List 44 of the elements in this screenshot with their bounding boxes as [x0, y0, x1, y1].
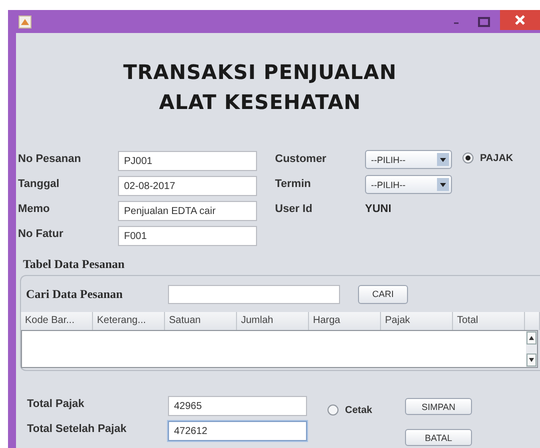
field-label: No Fatur	[18, 228, 64, 240]
search-label: Cari Data Pesanan	[26, 286, 124, 302]
search-button[interactable]: CARI	[358, 284, 408, 304]
field-label: Customer	[275, 153, 328, 165]
input-field[interactable]: 02-08-2017	[118, 176, 257, 196]
field-label: Total Pajak	[27, 398, 86, 412]
input-field[interactable]: Penjualan EDTA cair	[118, 201, 257, 221]
user-id-value: YUNI	[365, 203, 392, 215]
field-label: Total Setelah Pajak	[27, 423, 128, 437]
input-field[interactable]: F001	[118, 226, 257, 246]
column-header[interactable]: Pajak	[381, 312, 453, 330]
scrollbar[interactable]	[526, 331, 537, 367]
caret-icon[interactable]	[437, 153, 449, 166]
heading-text: ALAT KESEHATAN	[159, 89, 361, 116]
column-header-filler	[525, 312, 540, 330]
column-header[interactable]: Total	[453, 312, 525, 330]
field-label: Memo	[18, 203, 51, 215]
input-field[interactable]: PJ001	[118, 151, 257, 171]
radio-icon[interactable]	[462, 152, 474, 164]
heading-text: TRANSAKSI PENJUALAN	[123, 59, 397, 86]
column-header[interactable]: Jumlah	[237, 312, 309, 330]
input-field[interactable]: 472612	[168, 421, 307, 441]
radio-button[interactable]: PAJAK	[462, 152, 540, 164]
field-label: Tanggal	[18, 178, 60, 190]
radio-icon[interactable]	[327, 404, 339, 416]
dropdown[interactable]: --PILIH--	[365, 175, 452, 194]
input-field[interactable]: 42965	[168, 396, 307, 416]
section-title: Tabel Data Pesanan	[23, 257, 125, 272]
column-header[interactable]: Keterang...	[93, 312, 165, 330]
app-icon	[18, 14, 32, 28]
caret-icon[interactable]	[437, 178, 449, 191]
field-label: Termin	[275, 178, 312, 190]
field-label: No Pesanan	[18, 153, 82, 165]
maximize-icon[interactable]	[478, 16, 490, 26]
field-label: User Id	[275, 203, 314, 215]
column-header[interactable]: Harga	[309, 312, 381, 330]
column-header[interactable]: Satuan	[165, 312, 237, 330]
column-header[interactable]: Kode Bar...	[21, 312, 93, 330]
save-button[interactable]: SIMPAN	[405, 398, 472, 415]
cancel-button[interactable]: BATAL	[405, 429, 472, 446]
dropdown[interactable]: --PILIH--	[365, 150, 452, 169]
radio-button[interactable]: Cetak	[327, 399, 405, 421]
search-field[interactable]	[168, 284, 340, 304]
close-icon[interactable]	[500, 10, 540, 30]
